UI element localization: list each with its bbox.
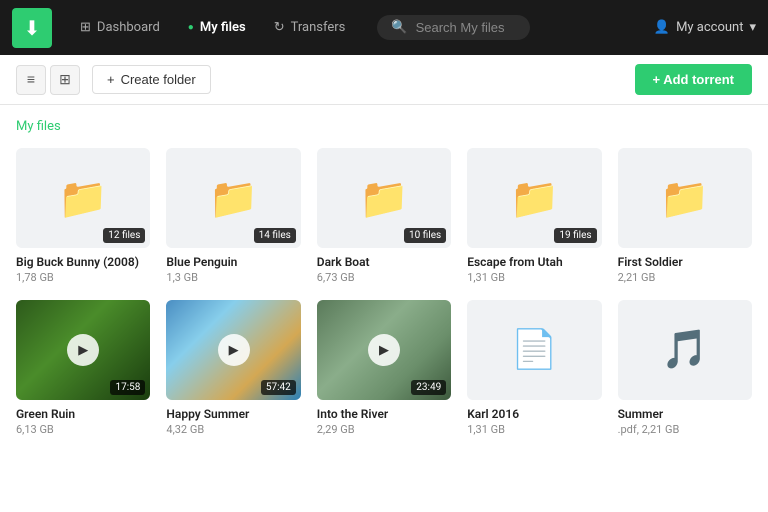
list-item[interactable]: 📁 10 files Dark Boat 6,73 GB (317, 148, 451, 284)
file-thumbnail: 📁 19 files (467, 148, 601, 248)
add-torrent-button[interactable]: + Add torrent (635, 64, 753, 95)
file-size: 1,3 GB (166, 271, 300, 284)
list-item[interactable]: ▶ 57:42 Happy Summer 4,32 GB (166, 300, 300, 436)
duration-badge: 17:58 (110, 380, 145, 395)
search-box[interactable]: 🔍 (377, 15, 529, 40)
list-view-button[interactable]: ≡ (16, 65, 46, 95)
search-icon: 🔍 (391, 20, 407, 35)
grid-view-button[interactable]: ⊞ (50, 65, 80, 95)
file-thumbnail: 📄 (467, 300, 601, 400)
create-folder-button[interactable]: + Create folder (92, 65, 211, 94)
folder-icon: 📁 (58, 175, 108, 222)
logo-icon: ⬇ (24, 16, 41, 40)
list-item[interactable]: 📄 Karl 2016 1,31 GB (467, 300, 601, 436)
files-grid: 📁 12 files Big Buck Bunny (2008) 1,78 GB… (16, 148, 752, 436)
duration-badge: 23:49 (411, 380, 446, 395)
file-size: 1,78 GB (16, 271, 150, 284)
breadcrumb[interactable]: My files (16, 119, 752, 134)
file-thumbnail: ▶ 57:42 (166, 300, 300, 400)
play-button[interactable]: ▶ (368, 334, 400, 366)
list-item[interactable]: 🎵 Summer .pdf, 2,21 GB (618, 300, 752, 436)
file-size: 6,73 GB (317, 271, 451, 284)
file-size: 1,31 GB (467, 423, 601, 436)
file-size: .pdf, 2,21 GB (618, 423, 752, 436)
file-name: Happy Summer (166, 407, 300, 421)
content-area: My files 📁 12 files Big Buck Bunny (2008… (0, 105, 768, 512)
myfiles-dot: ● (188, 22, 194, 33)
nav-myfiles[interactable]: ● My files (176, 14, 258, 41)
file-count-badge: 12 files (103, 228, 145, 243)
list-item[interactable]: ▶ 23:49 Into the River 2,29 GB (317, 300, 451, 436)
file-count-badge: 10 files (404, 228, 446, 243)
nav-dashboard[interactable]: ⊞ Dashboard (68, 14, 172, 41)
file-size: 2,29 GB (317, 423, 451, 436)
file-name: Blue Penguin (166, 255, 300, 269)
file-name: Dark Boat (317, 255, 451, 269)
folder-icon: 📁 (359, 175, 409, 222)
transfers-icon: ↻ (274, 20, 285, 35)
play-button[interactable]: ▶ (67, 334, 99, 366)
folder-icon: 📁 (509, 175, 559, 222)
play-button[interactable]: ▶ (218, 334, 250, 366)
file-name: Karl 2016 (467, 407, 601, 421)
file-thumbnail: ▶ 23:49 (317, 300, 451, 400)
file-name: Green Ruin (16, 407, 150, 421)
nav-transfers[interactable]: ↻ Transfers (262, 14, 358, 41)
account-icon: 👤 (654, 20, 670, 35)
folder-icon: 📁 (209, 175, 259, 222)
grid-icon: ⊞ (59, 72, 71, 88)
file-name: First Soldier (618, 255, 752, 269)
dashboard-icon: ⊞ (80, 20, 91, 35)
search-input[interactable] (416, 20, 516, 35)
folder-icon: 📁 (660, 175, 710, 222)
file-thumbnail: ▶ 17:58 (16, 300, 150, 400)
nav-items: ⊞ Dashboard ● My files ↻ Transfers (68, 14, 357, 41)
file-name: Escape from Utah (467, 255, 601, 269)
file-size: 1,31 GB (467, 271, 601, 284)
document-icon: 📄 (511, 328, 558, 372)
list-icon: ≡ (27, 71, 35, 88)
file-thumbnail: 📁 10 files (317, 148, 451, 248)
list-item[interactable]: 📁 19 files Escape from Utah 1,31 GB (467, 148, 601, 284)
account-button[interactable]: 👤 My account ▾ (654, 20, 756, 35)
header: ⬇ ⊞ Dashboard ● My files ↻ Transfers 🔍 👤… (0, 0, 768, 55)
chevron-down-icon: ▾ (749, 20, 756, 35)
file-size: 2,21 GB (618, 271, 752, 284)
toolbar: ≡ ⊞ + Create folder + Add torrent (0, 55, 768, 105)
file-thumbnail: 📁 14 files (166, 148, 300, 248)
logo[interactable]: ⬇ (12, 8, 52, 48)
file-thumbnail: 📁 (618, 148, 752, 248)
file-thumbnail: 📁 12 files (16, 148, 150, 248)
file-size: 6,13 GB (16, 423, 150, 436)
file-thumbnail: 🎵 (618, 300, 752, 400)
file-count-badge: 14 files (254, 228, 296, 243)
list-item[interactable]: ▶ 17:58 Green Ruin 6,13 GB (16, 300, 150, 436)
file-name: Into the River (317, 407, 451, 421)
list-item[interactable]: 📁 12 files Big Buck Bunny (2008) 1,78 GB (16, 148, 150, 284)
list-item[interactable]: 📁 First Soldier 2,21 GB (618, 148, 752, 284)
plus-icon: + (107, 72, 115, 87)
music-icon: 🎵 (661, 328, 708, 372)
view-toggle: ≡ ⊞ (16, 65, 80, 95)
file-size: 4,32 GB (166, 423, 300, 436)
list-item[interactable]: 📁 14 files Blue Penguin 1,3 GB (166, 148, 300, 284)
file-count-badge: 19 files (554, 228, 596, 243)
duration-badge: 57:42 (261, 380, 296, 395)
file-name: Summer (618, 407, 752, 421)
file-name: Big Buck Bunny (2008) (16, 255, 150, 269)
